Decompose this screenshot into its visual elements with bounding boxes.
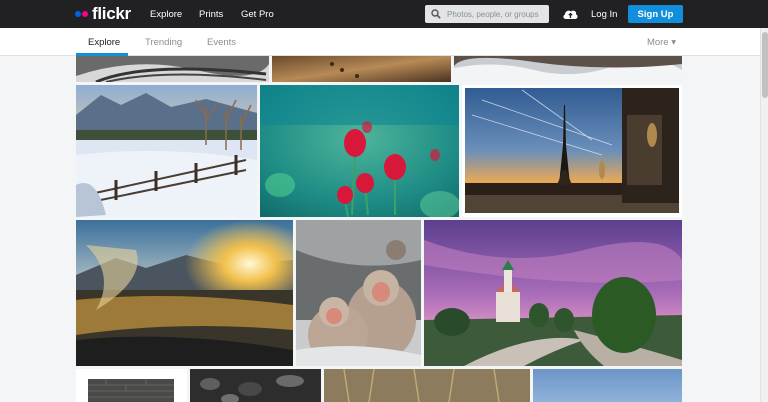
photo-eiffel-tower-sunset[interactable] (462, 85, 682, 217)
nav-explore-label: Explore (150, 8, 183, 20)
search-placeholder: Photos, people, or groups (447, 9, 539, 19)
photo-sand-footprints[interactable] (272, 56, 451, 82)
photo-snow-monkeys[interactable] (296, 220, 421, 366)
tab-trending[interactable]: Trending (145, 37, 182, 48)
nav-explore[interactable]: Explore (150, 0, 182, 28)
logo-dot-pink (82, 11, 88, 17)
photo-dark-leaves[interactable] (190, 369, 321, 402)
more-menu[interactable]: More ▾ (647, 37, 676, 48)
photo-blue-sky[interactable] (533, 369, 682, 402)
photo-church-purple-sky[interactable] (424, 220, 682, 366)
flickr-logo[interactable]: flickr (75, 4, 131, 24)
signup-button[interactable]: Sign Up (628, 5, 683, 23)
page-scrollbar[interactable] (760, 28, 768, 402)
nav-prints[interactable]: Prints (199, 0, 223, 28)
login-link[interactable]: Log In (591, 9, 617, 20)
photo-red-tulips[interactable] (260, 85, 459, 217)
cloud-upload-icon[interactable] (562, 7, 579, 21)
tab-explore[interactable]: Explore (88, 37, 120, 48)
photo-brick-wall[interactable] (76, 369, 187, 402)
logo-text: flickr (92, 4, 131, 23)
tab-events[interactable]: Events (207, 37, 236, 48)
photo-snowy-fence-mountains[interactable] (76, 85, 257, 217)
photo-snowy-field[interactable] (454, 56, 682, 82)
nav-get-pro[interactable]: Get Pro (241, 0, 274, 28)
nav-get-pro-label: Get Pro (241, 8, 274, 20)
nav-prints-label: Prints (199, 8, 224, 20)
scrollbar-thumb[interactable] (762, 32, 768, 98)
sub-navigation: Explore Trending Events More ▾ (0, 28, 760, 56)
photo-tire-tracks-snow[interactable] (76, 56, 269, 82)
logo-dot-blue (75, 11, 81, 17)
top-bar: flickr Explore Prints Get Pro Photos, pe… (0, 0, 768, 28)
search-icon (431, 9, 441, 19)
search-box[interactable]: Photos, people, or groups (425, 5, 549, 23)
photo-hot-spring-steam-sunset[interactable] (76, 220, 293, 366)
photo-reeds[interactable] (324, 369, 530, 402)
